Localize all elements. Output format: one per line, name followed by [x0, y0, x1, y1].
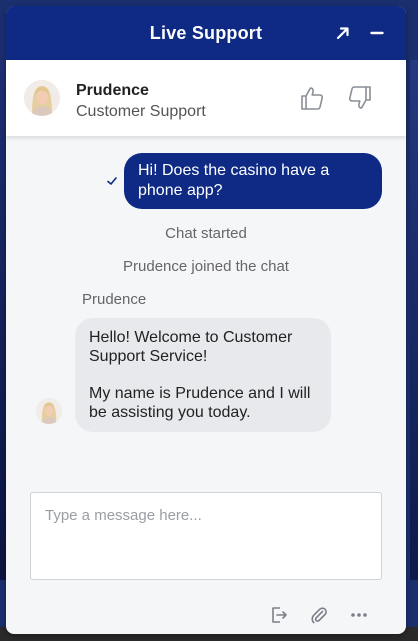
agent-avatar [24, 80, 60, 116]
thumbs-up-icon [301, 87, 324, 110]
rate-down-button[interactable] [346, 84, 374, 112]
thumbs-down-icon [348, 86, 371, 109]
rate-up-button[interactable] [298, 84, 326, 112]
sent-bubble: Hi! Does the casino have a phone app? [124, 153, 382, 209]
system-message: Chat started [165, 225, 247, 242]
arrow-up-right-icon [336, 27, 349, 40]
minimize-button[interactable] [364, 20, 390, 46]
chat-widget: Live Support Prudence Customer Support H… [6, 6, 406, 634]
agent-role: Customer Support [76, 103, 206, 120]
expand-button[interactable] [330, 20, 356, 46]
agent-avatar-small [36, 398, 62, 424]
chat-header: Live Support [6, 6, 406, 60]
received-paragraph: My name is Prudence and I will be assist… [89, 385, 311, 421]
paperclip-icon [311, 607, 327, 624]
received-paragraph: Hello! Welcome to Customer Support Servi… [89, 329, 293, 365]
received-bubble: Hello! Welcome to Customer Support Servi… [75, 318, 331, 432]
exit-door-icon [272, 607, 287, 623]
end-chat-button[interactable] [268, 604, 290, 626]
background-right [410, 60, 418, 580]
message-composer [30, 492, 382, 580]
sent-message: Hi! Does the casino have a phone app? [106, 153, 382, 209]
more-dots-icon [351, 613, 367, 617]
agent-name: Prudence [76, 82, 149, 99]
minus-icon [370, 31, 384, 35]
message-input[interactable] [31, 493, 381, 579]
agent-bar: Prudence Customer Support [6, 60, 406, 136]
sender-name: Prudence [82, 291, 147, 308]
more-options-button[interactable] [348, 604, 370, 626]
chat-title: Live Support [149, 22, 263, 43]
attach-button[interactable] [308, 604, 330, 626]
system-message: Prudence joined the chat [123, 258, 289, 275]
check-icon [107, 177, 117, 185]
message-list: Hi! Does the casino have a phone app? Ch… [6, 136, 406, 476]
